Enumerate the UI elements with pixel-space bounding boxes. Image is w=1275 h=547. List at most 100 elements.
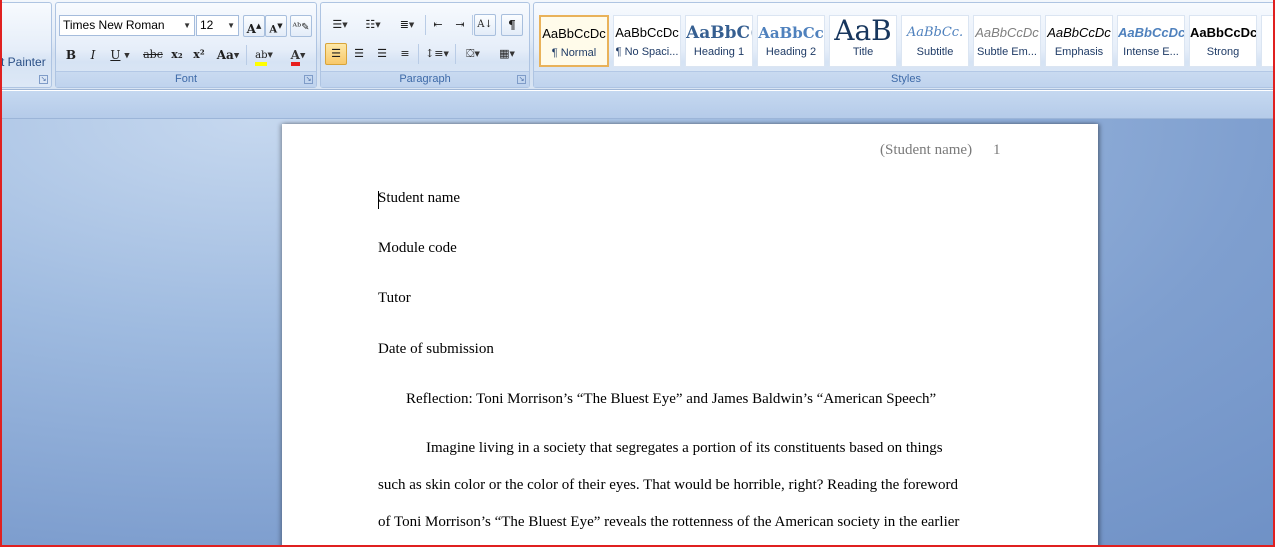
subscript-icon: x₂	[171, 48, 183, 61]
strikethrough-button[interactable]: abc	[140, 44, 166, 66]
decrease-indent-button[interactable]: ⇤	[427, 14, 449, 36]
underline-icon: U	[110, 48, 121, 62]
bold-icon: B	[65, 48, 77, 62]
borders-button[interactable]: ▦▼	[491, 43, 523, 65]
highlight-button[interactable]: ab▼	[248, 44, 280, 66]
grow-font-button[interactable]: A▲	[243, 15, 265, 37]
style-sample: AaBbCcDc	[615, 25, 679, 40]
justify-icon: ≡	[400, 47, 410, 60]
style-normal[interactable]: AaBbCcDc ¶ Normal	[539, 15, 609, 67]
font-launcher-icon[interactable]: ↘	[304, 75, 313, 84]
multilevel-list-icon: ≣	[399, 18, 409, 31]
paragraph-launcher-icon[interactable]: ↘	[517, 75, 526, 84]
font-size-combo[interactable]: 12 ▼	[196, 15, 239, 36]
style-title[interactable]: AaB Title	[829, 15, 897, 67]
style-emphasis[interactable]: AaBbCcDc Emphasis	[1045, 15, 1113, 67]
clipboard-group: t Painter ↘	[0, 2, 52, 88]
separator	[455, 44, 456, 64]
style-sample: AaBbCcDc	[1047, 25, 1111, 40]
bold-button[interactable]: B	[60, 44, 82, 66]
font-name-combo[interactable]: Times New Roman ▼	[59, 15, 195, 36]
style-name: Title	[852, 46, 874, 58]
change-case-button[interactable]: Aa▼	[212, 44, 244, 66]
body-line-2: such as skin color or the color of their…	[378, 477, 958, 493]
line-spacing-button[interactable]: ↕≡▼	[421, 43, 453, 65]
bullets-button[interactable]: ☰▼	[324, 14, 356, 36]
style-name: Heading 2	[765, 46, 817, 58]
change-case-icon: Aa	[216, 48, 234, 62]
font-group: Times New Roman ▼ 12 ▼ A▲ A▼ ᴬᵇ✎ B I U ▼…	[55, 2, 317, 88]
style-sample: AaBbCcDc	[1118, 25, 1184, 40]
align-center-icon: ☰	[354, 47, 364, 60]
style-sample: AaBbCcDc	[975, 25, 1039, 40]
chevron-down-icon: ▼	[227, 21, 235, 30]
italic-button[interactable]: I	[82, 44, 104, 66]
clipboard-launcher-icon[interactable]: ↘	[39, 75, 48, 84]
align-left-button[interactable]: ☰	[325, 43, 347, 65]
subscript-button[interactable]: x₂	[166, 44, 188, 66]
styles-group-label: Styles	[534, 71, 1275, 87]
style-name: ¶ Normal	[551, 47, 597, 59]
sort-icon: A↓	[477, 19, 493, 30]
style-subtle-emphasis[interactable]: AaBbCcDc Subtle Em...	[973, 15, 1041, 67]
style-name: Subtle Em...	[977, 46, 1037, 58]
chevron-down-icon: ▼	[183, 21, 191, 30]
body-line-3: of Toni Morrison’s “The Bluest Eye” reve…	[378, 514, 960, 530]
font-size-value: 12	[200, 18, 214, 32]
styles-gallery-more[interactable]	[1261, 15, 1275, 67]
align-left-icon: ☰	[331, 47, 341, 60]
style-intense-emphasis[interactable]: AaBbCcDc Intense E...	[1117, 15, 1185, 67]
increase-indent-button[interactable]: ⇥	[449, 14, 471, 36]
line-spacing-icon: ↕≡	[425, 47, 444, 60]
style-heading-2[interactable]: AaBbCc Heading 2	[757, 15, 825, 67]
style-name: ¶ No Spaci...	[615, 46, 679, 58]
superscript-button[interactable]: x²	[188, 44, 210, 66]
style-strong[interactable]: AaBbCcDc Strong	[1189, 15, 1257, 67]
style-sample: AaBbCc.	[906, 25, 964, 40]
sort-button[interactable]: A↓	[474, 14, 496, 36]
show-marks-button[interactable]: ¶	[501, 14, 523, 36]
paragraph-group-label: Paragraph	[321, 71, 529, 87]
font-color-button[interactable]: A▼	[282, 44, 314, 66]
style-heading-1[interactable]: AaBbC( Heading 1	[685, 15, 753, 67]
header-page-number: 1	[993, 142, 1001, 158]
style-no-spacing[interactable]: AaBbCcDc ¶ No Spaci...	[613, 15, 681, 67]
style-sample: AaBbCcDc	[1190, 25, 1256, 40]
underline-button[interactable]: U ▼	[104, 44, 136, 66]
clear-formatting-icon: ᴬᵇ✎	[292, 22, 310, 33]
document-page[interactable]: (Student name) 1 Student name Module cod…	[282, 124, 1098, 547]
style-name: Intense E...	[1123, 46, 1179, 58]
separator	[425, 15, 426, 35]
borders-icon: ▦	[499, 47, 510, 60]
highlighter-icon: ab	[255, 50, 268, 66]
separator	[418, 44, 419, 64]
shading-button[interactable]: ⛋▼	[457, 43, 489, 65]
body-line-1: Imagine living in a society that segrega…	[426, 440, 943, 456]
align-center-button[interactable]: ☰	[348, 43, 370, 65]
multilevel-list-button[interactable]: ≣▼	[391, 14, 423, 36]
style-sample: AaBbC(	[686, 23, 752, 43]
style-name: Strong	[1206, 46, 1240, 58]
bullets-icon: ☰	[332, 18, 343, 31]
justify-button[interactable]: ≡	[394, 43, 416, 65]
style-subtitle[interactable]: AaBbCc. Subtitle	[901, 15, 969, 67]
ruler-strip	[0, 91, 1275, 119]
essay-title: Reflection: Toni Morrison’s “The Bluest …	[406, 391, 937, 407]
line-student-name: Student name	[378, 190, 461, 206]
line-module-code: Module code	[378, 240, 457, 256]
styles-group: AaBbCcDc ¶ Normal AaBbCcDc ¶ No Spaci...…	[533, 2, 1275, 88]
style-name: Subtitle	[916, 46, 954, 58]
numbering-button[interactable]: ☷▼	[357, 14, 389, 36]
align-right-button[interactable]: ☰	[371, 43, 393, 65]
line-tutor: Tutor	[378, 290, 411, 306]
align-right-icon: ☰	[377, 47, 387, 60]
format-painter-button[interactable]: t Painter	[1, 55, 46, 69]
clear-formatting-button[interactable]: ᴬᵇ✎	[290, 15, 312, 37]
decrease-indent-icon: ⇤	[433, 18, 443, 31]
shrink-font-button[interactable]: A▼	[265, 15, 287, 37]
style-sample: AaBbCc	[758, 24, 824, 42]
pilcrow-icon: ¶	[508, 18, 516, 32]
style-sample: AaB	[834, 16, 892, 46]
italic-icon: I	[90, 48, 96, 62]
style-sample: AaBbCcDc	[542, 26, 606, 41]
